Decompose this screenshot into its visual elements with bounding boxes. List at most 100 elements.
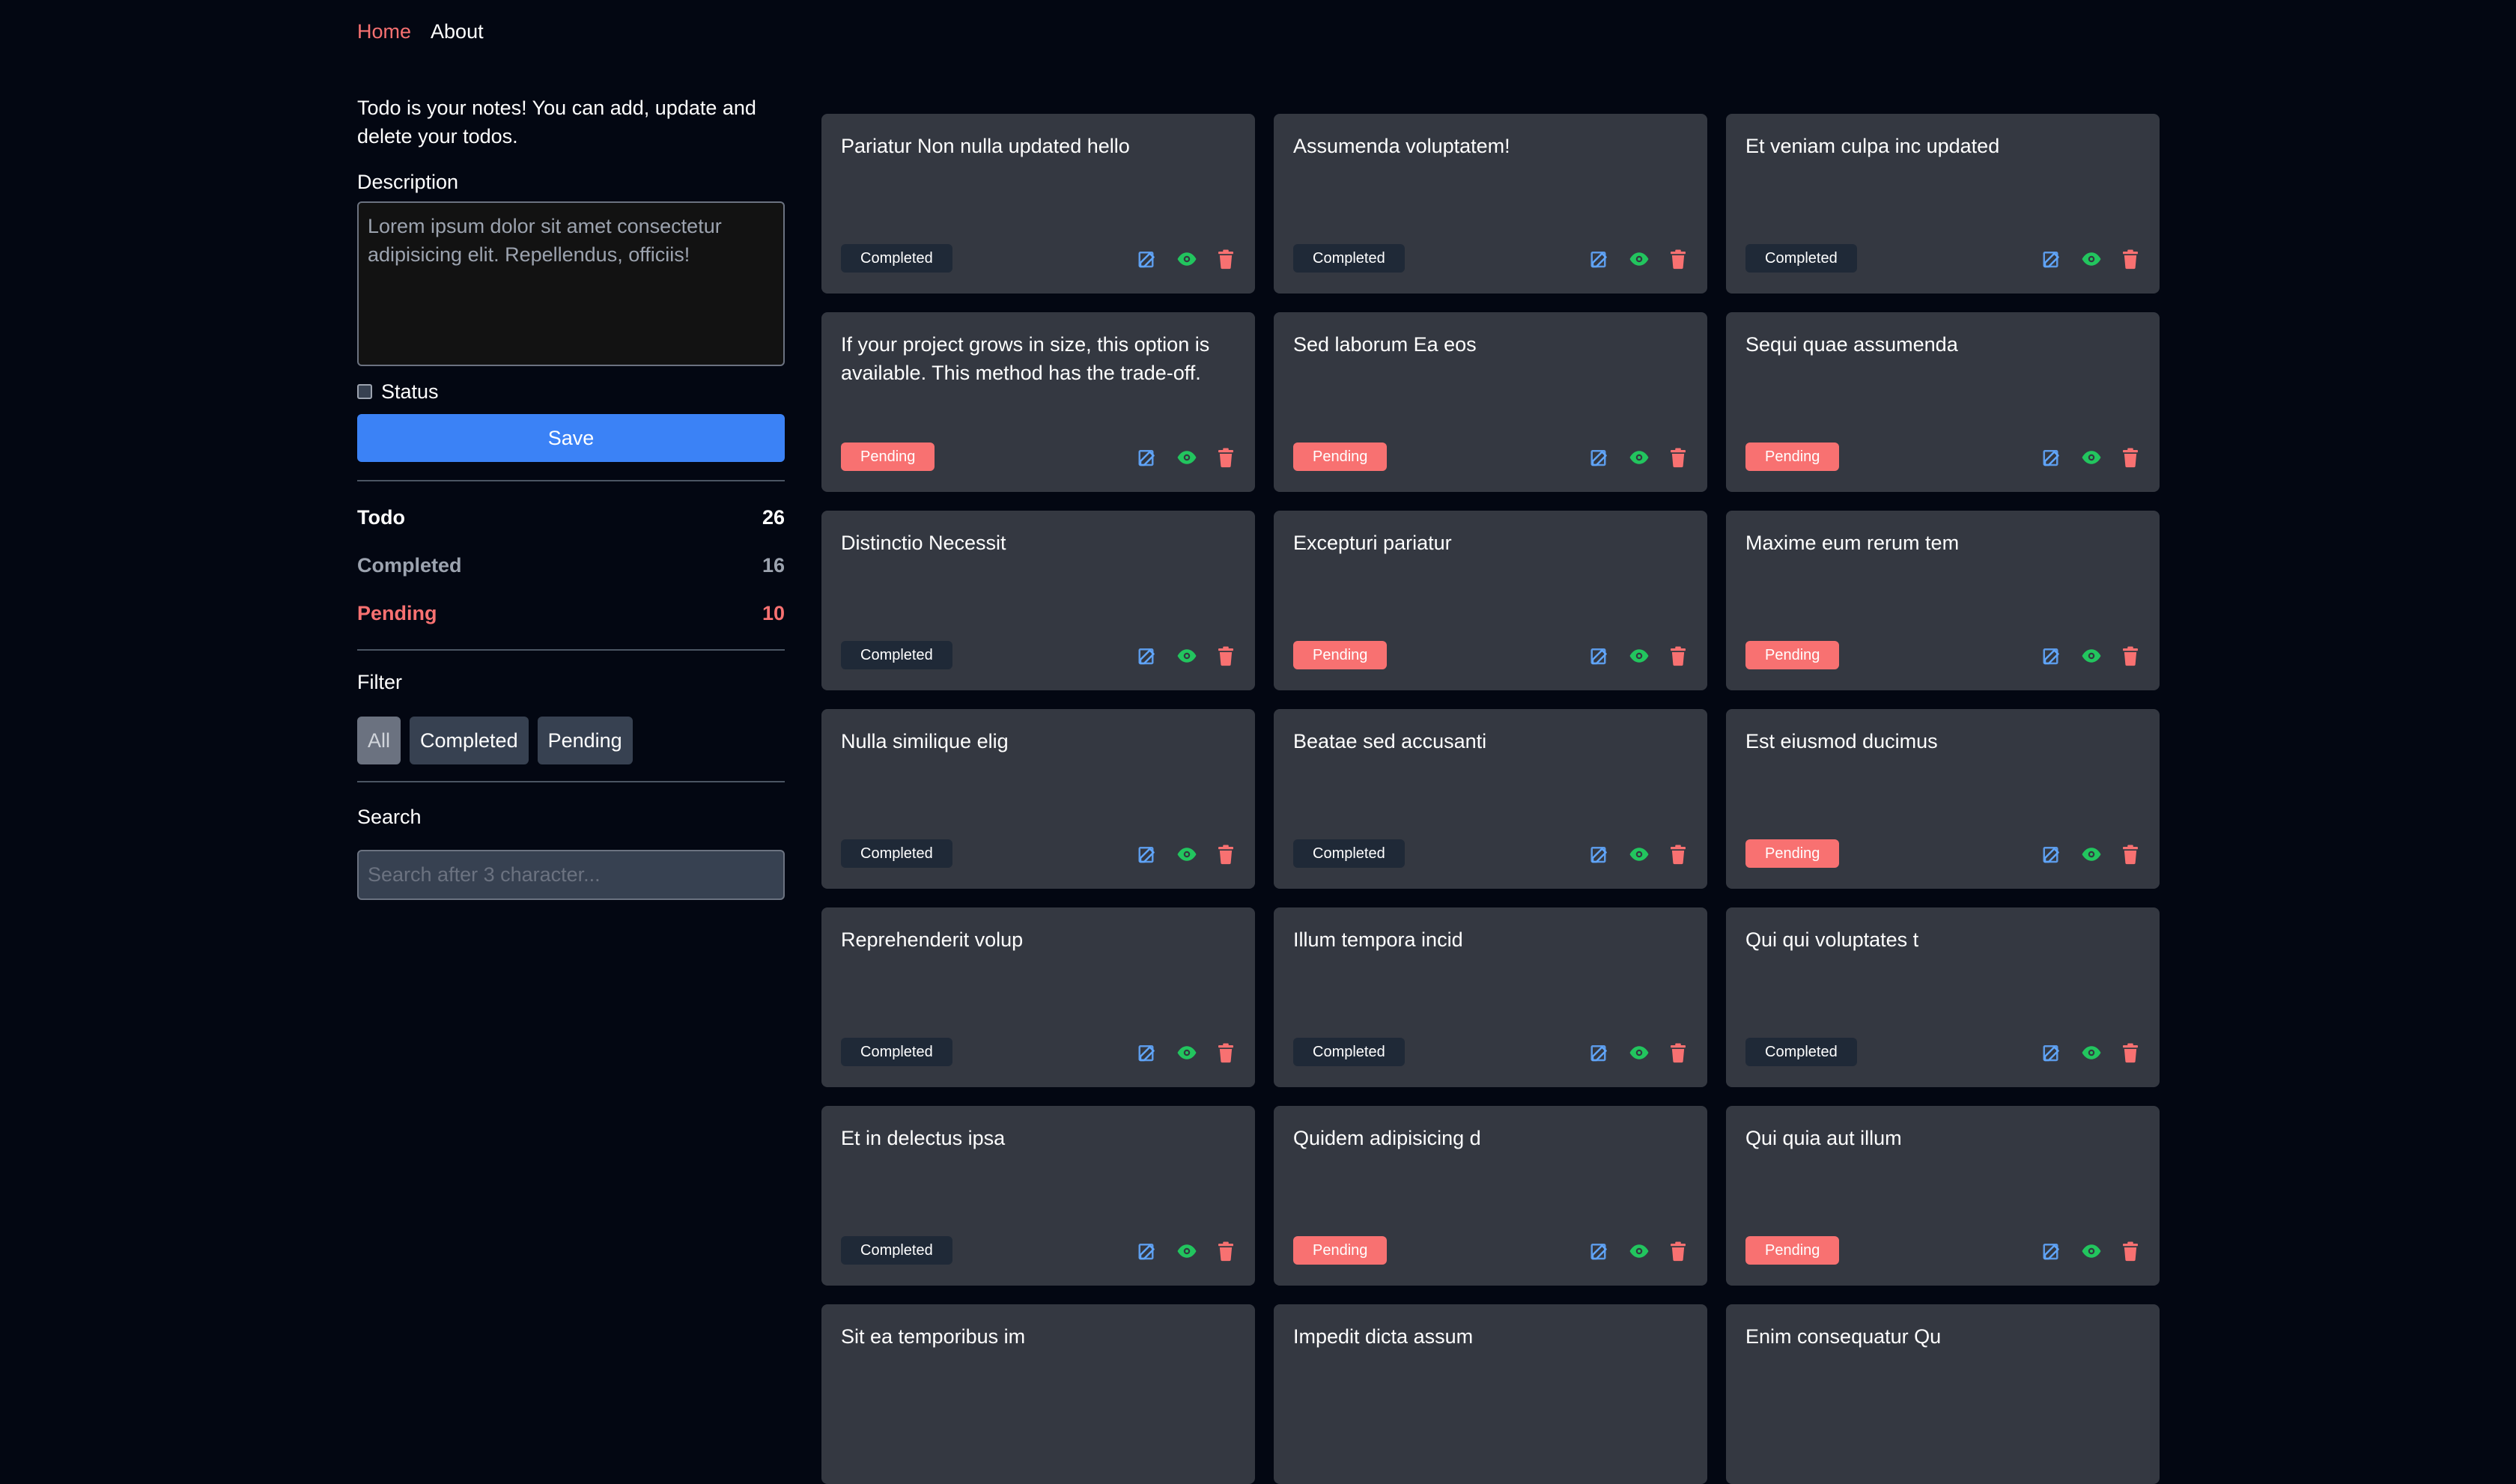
todo-title: Enim consequatur Qu [1745,1325,1942,1348]
todo-card: Qui qui voluptates t Completed [1726,907,2160,1087]
stats-summary: Todo 26 Completed 16 Pending 10 [357,481,785,649]
todo-title: If your project grows in size, this opti… [841,333,1210,384]
edit-icon[interactable] [1137,248,1159,270]
eye-icon[interactable] [1628,1240,1650,1262]
todo-card: Maxime eum rerum tem Pending [1726,511,2160,690]
eye-icon[interactable] [1628,645,1650,667]
filter-label: Filter [357,671,402,693]
eye-icon[interactable] [1176,248,1198,270]
todo-card: Beatae sed accusanti Completed [1274,709,1707,889]
eye-icon[interactable] [2080,248,2103,270]
todo-card: Est eiusmod ducimus Pending [1726,709,2160,889]
eye-icon[interactable] [1628,843,1650,866]
trash-icon[interactable] [2119,446,2142,469]
trash-icon[interactable] [1215,843,1237,866]
description-textarea[interactable]: Lorem ipsum dolor sit amet consectetur a… [357,201,785,366]
edit-icon[interactable] [2041,1041,2064,1064]
todo-actions [1589,446,1689,469]
trash-icon[interactable] [2119,843,2142,866]
edit-icon[interactable] [1589,1240,1611,1262]
todo-actions [2041,1240,2142,1262]
stat-completed-label: Completed [357,554,462,577]
todo-card: If your project grows in size, this opti… [821,312,1255,492]
trash-icon[interactable] [1667,1041,1689,1064]
edit-icon[interactable] [1589,645,1611,667]
trash-icon[interactable] [1215,1041,1237,1064]
todo-card: Assumenda voluptatem! Completed [1274,114,1707,294]
eye-icon[interactable] [1628,248,1650,270]
eye-icon[interactable] [1176,1240,1198,1262]
edit-icon[interactable] [2041,1240,2064,1262]
eye-icon[interactable] [2080,1041,2103,1064]
stat-todo: Todo 26 [357,493,785,541]
eye-icon[interactable] [2080,446,2103,469]
sidebar: Todo is your notes! You can add, update … [357,94,785,900]
trash-icon[interactable] [1215,645,1237,667]
trash-icon[interactable] [1667,1240,1689,1262]
eye-icon[interactable] [1628,1041,1650,1064]
edit-icon[interactable] [2041,446,2064,469]
todo-actions [1137,248,1237,270]
status-badge: Pending [1745,443,1840,471]
edit-icon[interactable] [1589,446,1611,469]
edit-icon[interactable] [1137,1240,1159,1262]
todo-card: Illum tempora incid Completed [1274,907,1707,1087]
todo-title: Nulla similique elig [841,730,1009,752]
eye-icon[interactable] [1176,446,1198,469]
eye-icon[interactable] [2080,1240,2103,1262]
status-badge: Completed [841,1038,952,1066]
filter-all-button[interactable]: All [357,717,401,764]
todo-actions [1137,1240,1237,1262]
edit-icon[interactable] [2041,645,2064,667]
trash-icon[interactable] [1215,446,1237,469]
todo-title: Assumenda voluptatem! [1293,135,1510,157]
todo-actions [1589,248,1689,270]
status-badge: Completed [841,1236,952,1265]
trash-icon[interactable] [1667,843,1689,866]
edit-icon[interactable] [1589,843,1611,866]
status-checkbox[interactable] [357,384,372,399]
edit-icon[interactable] [2041,843,2064,866]
edit-icon[interactable] [1137,645,1159,667]
filter-pending-button[interactable]: Pending [537,717,633,764]
eye-icon[interactable] [2080,843,2103,866]
save-button[interactable]: Save [357,414,785,462]
search-label: Search [357,806,422,828]
todo-card: Pariatur Non nulla updated hello Complete… [821,114,1255,294]
eye-icon[interactable] [1176,1041,1198,1064]
eye-icon[interactable] [2080,645,2103,667]
edit-icon[interactable] [1137,1041,1159,1064]
eye-icon[interactable] [1176,843,1198,866]
stat-pending: Pending 10 [357,589,785,637]
todo-title: Beatae sed accusanti [1293,730,1487,752]
edit-icon[interactable] [2041,248,2064,270]
trash-icon[interactable] [1215,248,1237,270]
status-row: Status [357,377,785,407]
trash-icon[interactable] [1667,248,1689,270]
nav-home-link[interactable]: Home [357,16,411,46]
edit-icon[interactable] [1137,446,1159,469]
edit-icon[interactable] [1589,248,1611,270]
edit-icon[interactable] [1589,1041,1611,1064]
eye-icon[interactable] [1628,446,1650,469]
trash-icon[interactable] [1215,1240,1237,1262]
search-section: Search [357,782,785,900]
trash-icon[interactable] [1667,446,1689,469]
todo-actions [2041,645,2142,667]
nav-about-link[interactable]: About [431,16,484,46]
top-nav: Home About [357,16,484,46]
todo-card: Et veniam culpa inc updated Completed [1726,114,2160,294]
trash-icon[interactable] [2119,1240,2142,1262]
edit-icon[interactable] [1137,843,1159,866]
search-input[interactable] [357,850,785,900]
todo-card: Et in delectus ipsa Completed [821,1106,1255,1286]
todo-card: Quidem adipisicing d Pending [1274,1106,1707,1286]
stat-pending-label: Pending [357,602,437,624]
trash-icon[interactable] [2119,1041,2142,1064]
trash-icon[interactable] [2119,645,2142,667]
filter-completed-button[interactable]: Completed [410,717,529,764]
eye-icon[interactable] [1176,645,1198,667]
todo-actions [1137,645,1237,667]
trash-icon[interactable] [2119,248,2142,270]
trash-icon[interactable] [1667,645,1689,667]
